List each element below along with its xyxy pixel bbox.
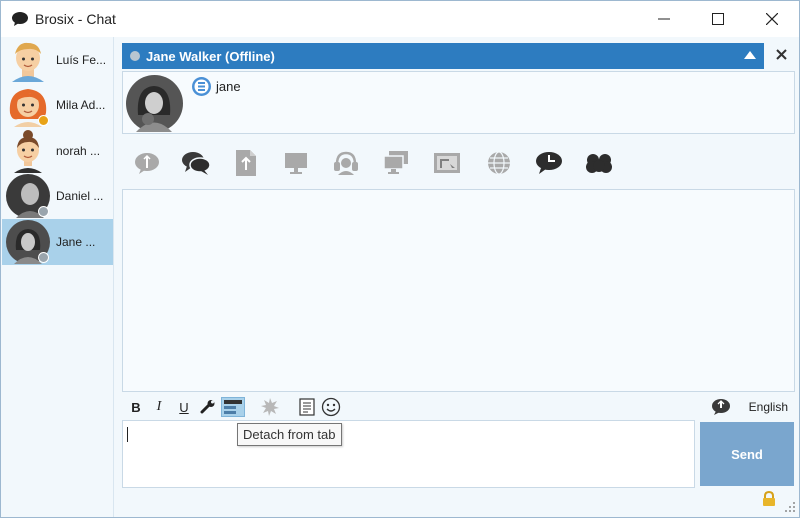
- smiley-icon: [321, 397, 341, 417]
- send-button[interactable]: Send: [700, 422, 794, 486]
- screenshot-icon: [434, 153, 460, 173]
- close-icon: [766, 13, 778, 25]
- resize-grip-icon[interactable]: [784, 501, 796, 513]
- chat-bubbles-icon: [182, 152, 211, 175]
- profile-photo: [126, 75, 183, 132]
- chat-contact-name: Jane Walker (Offline): [146, 48, 275, 64]
- contact-name: Daniel ...: [56, 189, 104, 204]
- contact-info-button[interactable]: [130, 146, 164, 180]
- close-icon: [775, 48, 787, 60]
- notes-button[interactable]: [298, 397, 316, 417]
- wrench-icon: [200, 400, 215, 414]
- contact-info-icon: [135, 153, 159, 174]
- bold-button[interactable]: B: [127, 397, 145, 417]
- web-icon: [488, 151, 510, 175]
- screenshot-button[interactable]: [430, 146, 464, 180]
- emoticons-button[interactable]: [321, 397, 341, 417]
- close-window-button[interactable]: [749, 1, 795, 37]
- history-icon: [536, 152, 562, 174]
- remote-desktop-icon: [383, 151, 408, 174]
- buzz-button[interactable]: [260, 397, 280, 417]
- translate-button[interactable]: [711, 397, 731, 417]
- detach-from-tab-button[interactable]: [221, 397, 245, 417]
- contact-item-mila[interactable]: Mila Ad...: [2, 83, 113, 129]
- buzz-icon: [261, 398, 279, 416]
- collapse-arrow-icon[interactable]: [744, 50, 756, 60]
- format-toolbar: B I U English: [122, 395, 794, 419]
- underline-button[interactable]: U: [175, 397, 193, 417]
- speech-bubble-icon: [12, 12, 28, 26]
- avatar-cartoon-man-icon: [12, 42, 44, 82]
- brosix-logo-icon: [192, 77, 211, 96]
- maximize-icon: [712, 13, 724, 25]
- title-bar: Brosix - Chat: [1, 1, 799, 37]
- message-input[interactable]: [122, 420, 695, 488]
- close-chat-tab-button[interactable]: [772, 45, 790, 63]
- avatar-cartoon-woman-bun-icon: [14, 129, 42, 173]
- group-icon: [586, 154, 612, 173]
- web-button[interactable]: [482, 146, 516, 180]
- message-history-area[interactable]: [122, 189, 795, 392]
- voice-call-icon: [334, 151, 358, 175]
- remote-desktop-button[interactable]: [379, 146, 413, 180]
- offline-status-badge: [38, 251, 49, 263]
- chat-panel: Jane Walker (Offline) jane B I U English…: [122, 37, 795, 517]
- italic-button[interactable]: I: [150, 397, 168, 417]
- screen-share-icon: [285, 153, 307, 174]
- contact-username: jane: [216, 79, 241, 94]
- contact-name: Luís Fe...: [56, 52, 107, 67]
- contact-item-norah[interactable]: norah ...: [2, 128, 113, 174]
- text-caret: [127, 427, 128, 442]
- speech-bubble-icon: [712, 399, 730, 415]
- minimize-button[interactable]: [641, 1, 687, 37]
- chat-window: Brosix - Chat Luís Fe... Mila Ad... nora…: [0, 0, 800, 518]
- contact-item-luis[interactable]: Luís Fe...: [2, 37, 113, 83]
- chat-action-toolbar: [122, 141, 794, 185]
- history-button[interactable]: [532, 146, 566, 180]
- contact-item-jane[interactable]: Jane ...: [2, 219, 113, 265]
- chat-tab-header[interactable]: Jane Walker (Offline): [122, 43, 764, 69]
- file-transfer-icon: [236, 150, 256, 176]
- maximize-button[interactable]: [695, 1, 741, 37]
- minimize-icon: [658, 18, 670, 20]
- detach-icon: [224, 400, 242, 414]
- language-selector[interactable]: English: [749, 400, 788, 414]
- send-file-button[interactable]: [229, 146, 263, 180]
- offline-status-dot: [130, 51, 140, 61]
- notes-icon: [299, 398, 315, 416]
- lock-icon: [763, 491, 775, 506]
- chat-button[interactable]: [179, 146, 213, 180]
- window-title: Brosix - Chat: [35, 11, 116, 27]
- contact-item-daniel[interactable]: Daniel ...: [2, 174, 113, 220]
- contact-name: norah ...: [56, 143, 101, 158]
- contact-sidebar: Luís Fe... Mila Ad... norah ... Daniel .…: [2, 37, 114, 517]
- share-screen-button[interactable]: [279, 146, 313, 180]
- contact-name: Jane ...: [56, 234, 96, 249]
- detach-tooltip: Detach from tab: [237, 423, 342, 446]
- group-chat-button[interactable]: [582, 146, 616, 180]
- contact-name: Mila Ad...: [56, 98, 106, 113]
- contact-profile: jane: [122, 71, 795, 134]
- settings-button[interactable]: [199, 397, 217, 417]
- voice-call-button[interactable]: [329, 146, 363, 180]
